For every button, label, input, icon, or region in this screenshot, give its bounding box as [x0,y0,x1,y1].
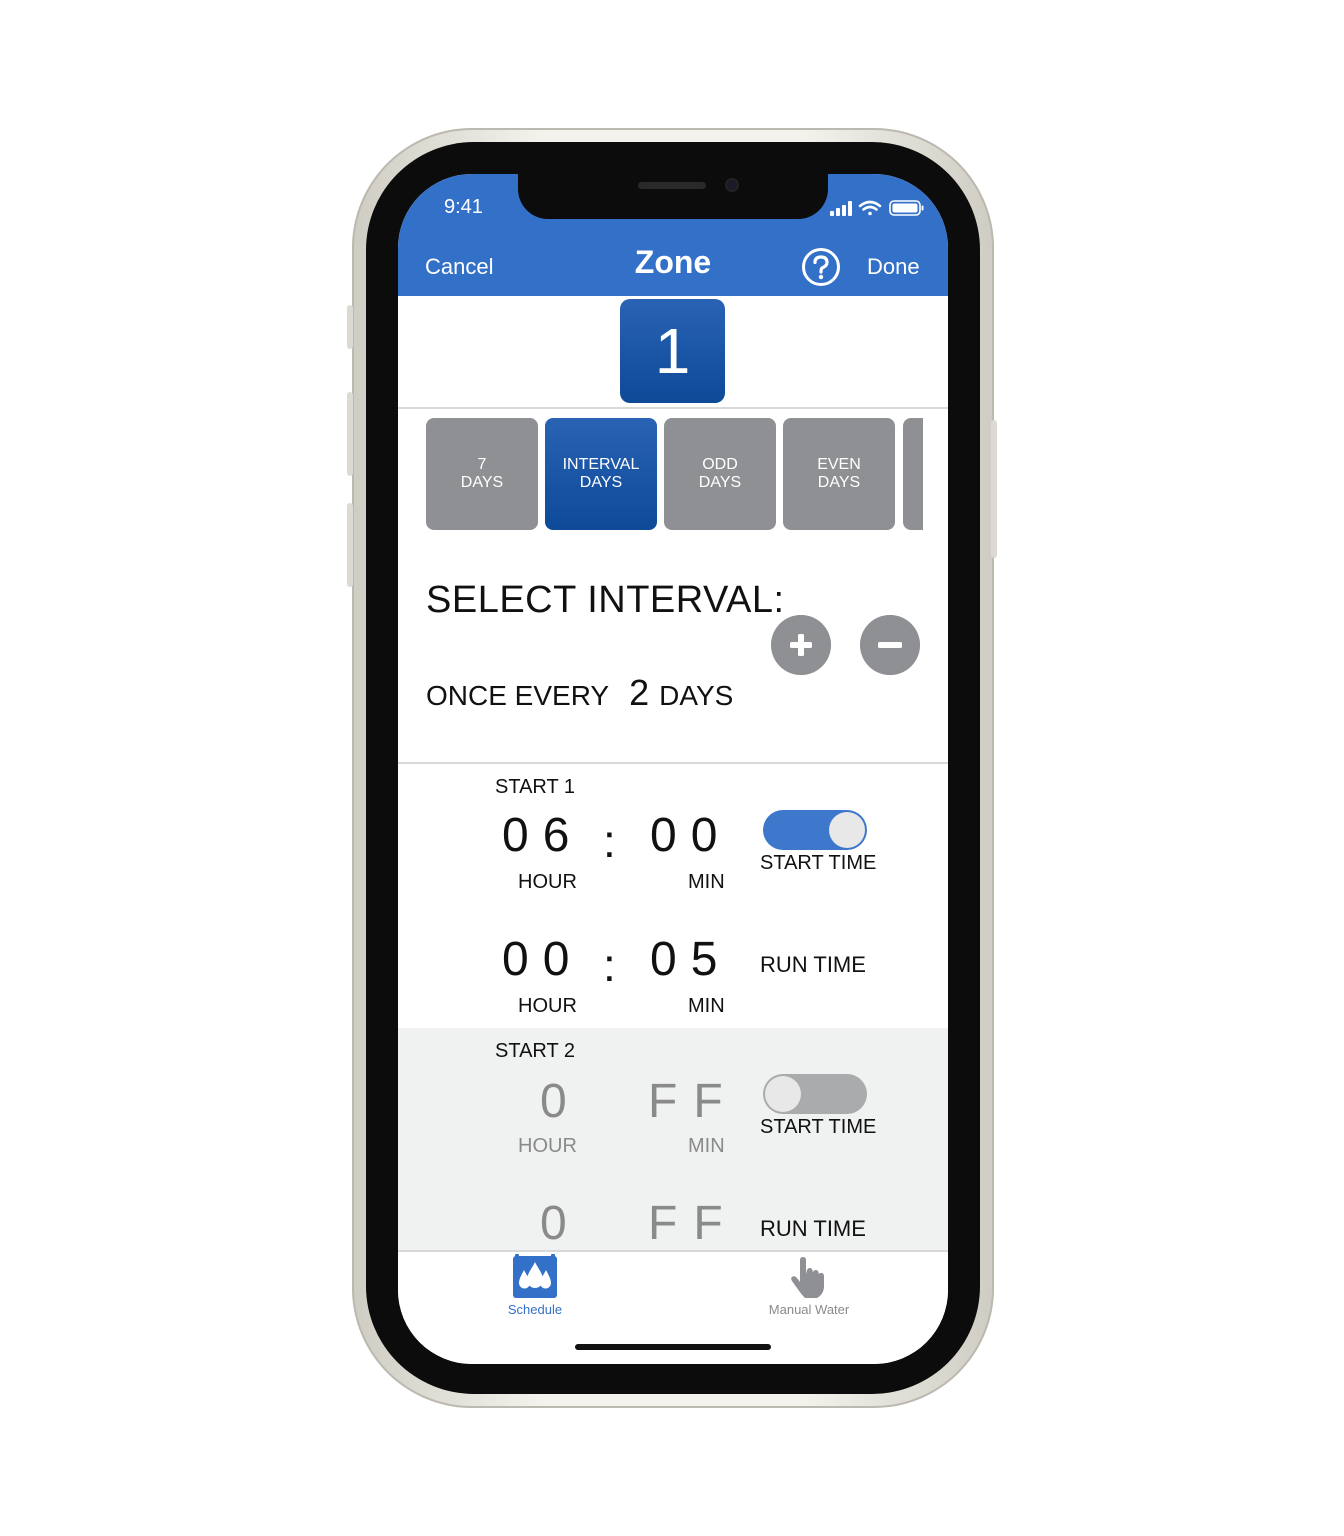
status-time: 9:41 [444,196,483,218]
phone-mute-switch [347,305,353,349]
start-1-start-time-label: START TIME [760,852,877,874]
tab-interval-days[interactable]: INTERVAL DAYS [545,418,657,530]
start-2-start-time-label: START TIME [760,1116,877,1138]
start-1-toggle[interactable] [763,810,867,850]
start-1-min-value[interactable]: 00 [650,808,731,863]
interval-readout: ONCE EVERY 2 DAYS [426,672,733,714]
plus-icon[interactable] [771,615,831,675]
toggle-knob [829,812,865,848]
speaker-grille [638,182,706,189]
help-icon[interactable] [801,247,841,287]
tab-7-days-line2: DAYS [460,474,504,491]
start-2-label: START 2 [495,1040,576,1062]
home-indicator[interactable] [575,1344,771,1350]
water-drops-icon [513,1254,557,1298]
tab-interval-days-line2: DAYS [579,474,623,491]
start-1-min-label: MIN [688,871,725,893]
start-2-min-label: MIN [688,1135,725,1157]
phone-volume-down [347,503,353,587]
start-1-label: START 1 [495,776,576,798]
tab-7-days-line1: 7 [477,456,487,473]
hand-pointer-icon [791,1257,824,1298]
divider [398,407,948,409]
status-icons [830,200,924,216]
run-1-run-time-label: RUN TIME [760,952,866,977]
phone-power-button [991,420,997,558]
tab-even-days-line1: EVEN [817,456,861,473]
tab-7-days[interactable]: 7 DAYS [426,418,538,530]
interval-suffix: DAYS [659,680,734,711]
start-1-hour-label: HOUR [518,871,577,893]
app-screen: 9:41 Cancel Zone Done 1 7 DAYS INTERVAL … [398,174,948,1364]
start-2-section: START 2 0 FF HOUR MIN START TIME 0 FF RU… [398,1028,948,1250]
run-1-hour-label: HOUR [518,995,577,1017]
signal-icon [830,201,852,216]
notch [518,174,828,219]
run-1-min-value[interactable]: 05 [650,932,731,987]
tab-schedule-label: Schedule [507,1302,563,1317]
start-1-colon: : [603,815,616,867]
run-2-run-time-label: RUN TIME [760,1216,866,1241]
tab-odd-days-line2: DAYS [698,474,742,491]
interval-value[interactable]: 2 [629,672,649,713]
run-1-colon: : [603,939,616,991]
page-title: Zone [634,244,712,280]
tab-interval-days-line1: INTERVAL [562,456,640,473]
run-1-min-label: MIN [688,995,725,1017]
done-button[interactable]: Done [867,254,920,280]
tab-odd-days[interactable]: ODD DAYS [664,418,776,530]
tab-schedule[interactable]: Schedule [465,1254,605,1317]
minus-icon[interactable] [860,615,920,675]
tab-manual-water-label: Manual Water [768,1302,850,1317]
interval-prefix: ONCE EVERY [426,680,610,711]
tab-manual-water[interactable]: Manual Water [739,1254,879,1317]
start-2-toggle[interactable] [763,1074,867,1114]
tab-next-partial[interactable] [903,418,923,530]
start-1-section: START 1 06 : 00 HOUR MIN START TIME 00 :… [398,764,948,1028]
tab-even-days-line2: DAYS [817,474,861,491]
start-1-hour-value[interactable]: 06 [502,808,583,863]
run-2-min-value[interactable]: FF [648,1196,739,1251]
phone-volume-up [347,392,353,476]
tab-even-days[interactable]: EVEN DAYS [783,418,895,530]
toggle-knob [765,1076,801,1112]
front-camera [725,178,739,192]
start-2-min-value[interactable]: FF [648,1074,739,1129]
wifi-icon [858,200,882,216]
start-2-hour-value[interactable]: 0 [540,1074,583,1129]
battery-icon [889,200,924,216]
run-1-hour-value[interactable]: 00 [502,932,583,987]
select-interval-heading: SELECT INTERVAL: [426,579,785,621]
tab-odd-days-line1: ODD [702,456,738,473]
run-2-hour-value[interactable]: 0 [540,1196,583,1251]
start-2-hour-label: HOUR [518,1135,577,1157]
zone-number-badge[interactable]: 1 [620,299,725,403]
